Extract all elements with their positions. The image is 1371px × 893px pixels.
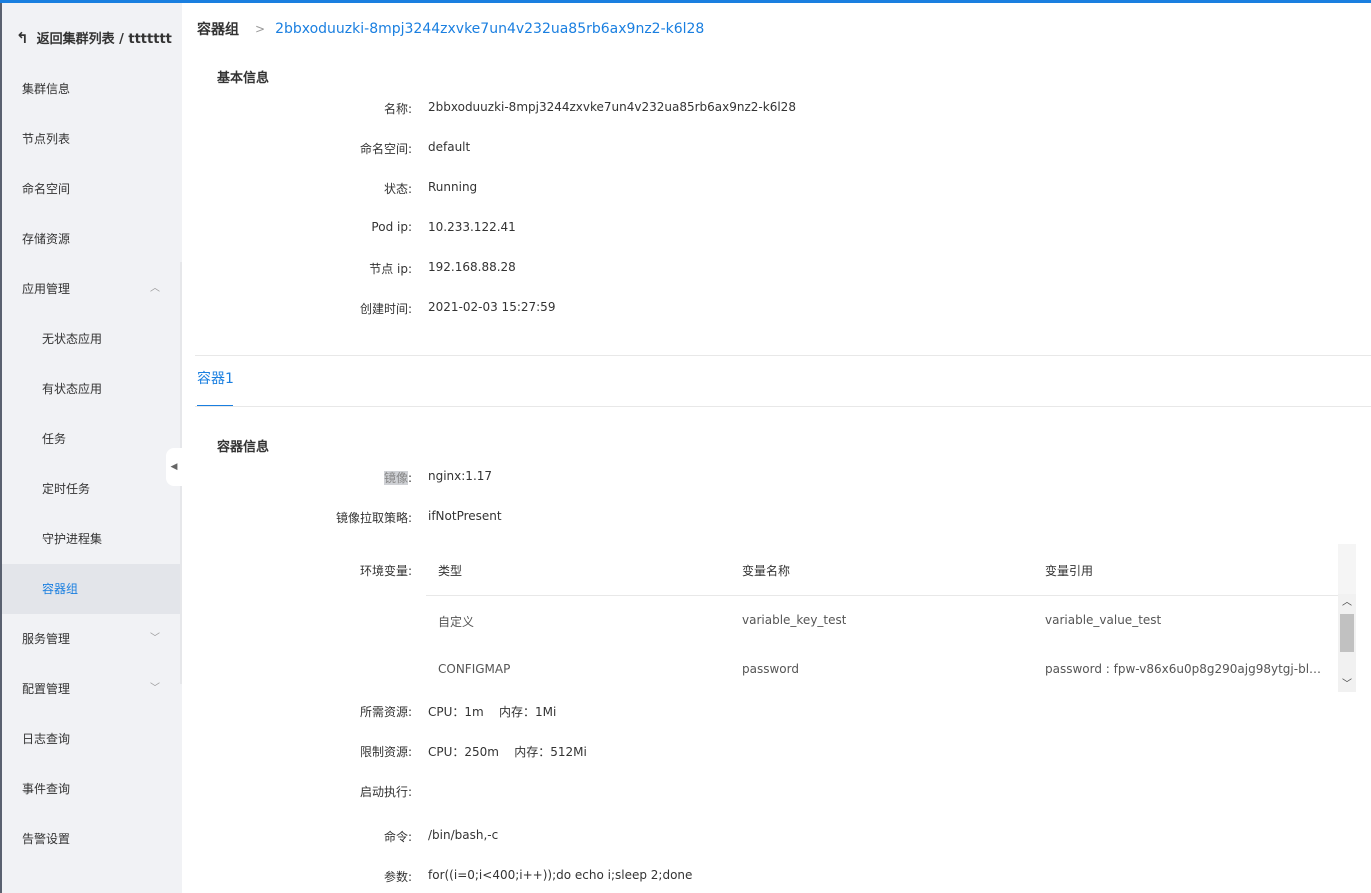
- env-label: 环境变量:: [359, 564, 412, 578]
- requests-value: CPU：1m 内存：1Mi: [428, 705, 557, 719]
- env-cell-name: password: [742, 662, 799, 676]
- sidebar-item-label: 节点列表: [22, 132, 71, 146]
- node-ip-value: 192.168.88.28: [428, 260, 516, 274]
- sidebar-item-label: 命名空间: [22, 182, 71, 196]
- env-cell-type: CONFIGMAP: [438, 662, 511, 676]
- sidebar-item-label: 存储资源: [22, 232, 71, 246]
- sidebar-item-label: 应用管理: [22, 282, 71, 296]
- sidebar-item-label: 无状态应用: [42, 332, 103, 346]
- requests-label: 所需资源:: [359, 705, 412, 719]
- breadcrumb-root[interactable]: 容器组: [197, 19, 239, 39]
- sidebar-item-label: 守护进程集: [42, 532, 103, 546]
- env-col-ref: 变量引用: [1045, 564, 1094, 578]
- image-label-colon: :: [407, 471, 412, 485]
- sidebar-collapse-handle[interactable]: ◀: [166, 448, 182, 486]
- chevron-down-icon: ﹀: [150, 633, 160, 644]
- env-col-type: 类型: [438, 564, 463, 578]
- sidebar-item-pods[interactable]: 容器组: [2, 564, 182, 614]
- status-value: Running: [428, 180, 478, 194]
- env-col-name: 变量名称: [742, 564, 791, 578]
- limits-label: 限制资源:: [359, 745, 412, 759]
- env-table-header: 类型 变量名称 变量引用: [426, 544, 1338, 596]
- back-label: 返回集群列表 / ttttttt: [36, 32, 172, 47]
- name-value: 2bbxoduuzki-8mpj3244zxvke7un4v232ua85rb6…: [428, 100, 796, 114]
- tab-container-1[interactable]: 容器1: [197, 368, 234, 388]
- sidebar-item-cron-jobs[interactable]: 定时任务: [2, 464, 182, 514]
- startup-label: 启动执行:: [359, 785, 412, 799]
- chevron-down-icon: ﹀: [150, 683, 160, 694]
- image-label: 镜像:: [200, 469, 412, 486]
- breadcrumb: 容器组 > 2bbxoduuzki-8mpj3244zxvke7un4v232u…: [197, 19, 704, 39]
- sidebar-item-node-list[interactable]: 节点列表: [2, 114, 182, 164]
- created-time-value: 2021-02-03 15:27:59: [428, 300, 556, 314]
- args-label: 参数:: [383, 870, 412, 884]
- basic-info-title: 基本信息: [217, 71, 270, 86]
- sidebar-item-event-query[interactable]: 事件查询: [2, 764, 182, 814]
- env-table: 类型 变量名称 变量引用 自定义 variable_key_test varia…: [426, 544, 1356, 692]
- command-label: 命令:: [383, 830, 412, 844]
- sidebar-item-config-management[interactable]: 配置管理 ﹀: [2, 664, 182, 714]
- env-cell-ref: variable_value_test: [1045, 613, 1162, 627]
- container-info-title: 容器信息: [217, 440, 270, 455]
- return-arrow-icon: ↰: [16, 28, 29, 47]
- sidebar-item-stateless-apps[interactable]: 无状态应用: [2, 314, 182, 364]
- sidebar-item-label: 告警设置: [22, 832, 71, 846]
- scroll-down-icon[interactable]: ﹀: [1338, 678, 1356, 692]
- created-time-label: 创建时间:: [359, 302, 412, 316]
- limits-value: CPU：250m 内存：512Mi: [428, 745, 587, 759]
- sidebar-item-app-management[interactable]: 应用管理 ︿: [2, 264, 182, 314]
- sidebar-item-label: 日志查询: [22, 732, 71, 746]
- sidebar-item-stateful-apps[interactable]: 有状态应用: [2, 364, 182, 414]
- args-value: for((i=0;i<400;i++));do echo i;sleep 2;d…: [428, 868, 693, 882]
- sidebar-item-jobs[interactable]: 任务: [2, 414, 182, 464]
- sidebar-item-cluster-info[interactable]: 集群信息: [2, 64, 182, 114]
- env-table-scrollbar[interactable]: ︿ ﹀: [1338, 594, 1356, 692]
- pull-policy-value: ifNotPresent: [428, 509, 502, 523]
- breadcrumb-current: 2bbxoduuzki-8mpj3244zxvke7un4v232ua85rb6…: [275, 21, 705, 37]
- node-ip-label: 节点 ip:: [369, 262, 412, 276]
- pod-ip-label: Pod ip:: [371, 220, 412, 234]
- chevron-right-icon: >: [255, 22, 266, 36]
- namespace-value: default: [428, 140, 471, 154]
- image-label-highlight: 镜像: [383, 471, 408, 485]
- sidebar-item-label: 配置管理: [22, 682, 71, 696]
- chevron-up-icon: ︿: [150, 283, 160, 294]
- sidebar-item-namespace[interactable]: 命名空间: [2, 164, 182, 214]
- env-cell-name: variable_key_test: [742, 613, 847, 627]
- sidebar-item-label: 容器组: [42, 582, 79, 596]
- sidebar-item-storage[interactable]: 存储资源: [2, 214, 182, 264]
- sidebar-item-label: 事件查询: [22, 782, 71, 796]
- sidebar-item-log-query[interactable]: 日志查询: [2, 714, 182, 764]
- name-label: 名称:: [383, 102, 412, 116]
- sidebar-item-daemonsets[interactable]: 守护进程集: [2, 514, 182, 564]
- sidebar-item-label: 定时任务: [42, 482, 91, 496]
- sidebar-item-alert-settings[interactable]: 告警设置: [2, 814, 182, 864]
- scrollbar-gutter: [1338, 544, 1356, 594]
- env-cell-type: 自定义: [438, 615, 475, 629]
- command-value: /bin/bash,-c: [428, 828, 499, 842]
- top-accent-bar: [0, 0, 1371, 3]
- scroll-up-icon[interactable]: ︿: [1338, 596, 1356, 610]
- pull-policy-label: 镜像拉取策略:: [335, 511, 412, 525]
- tabs-divider: [195, 406, 1371, 407]
- image-value: nginx:1.17: [428, 469, 493, 483]
- sidebar-item-service-management[interactable]: 服务管理 ﹀: [2, 614, 182, 664]
- namespace-label: 命名空间:: [359, 142, 412, 156]
- env-cell-ref: password : fpw-v86x6u0p8g290ajg98ytgj-bl…: [1045, 662, 1325, 676]
- scroll-thumb[interactable]: [1340, 614, 1354, 652]
- caret-left-icon: ◀: [170, 462, 178, 472]
- sidebar-item-label: 任务: [42, 432, 67, 446]
- status-label: 状态:: [383, 182, 412, 196]
- sidebar: ↰ 返回集群列表 / ttttttt 集群信息节点列表命名空间存储资源应用管理 ︿…: [0, 3, 182, 893]
- sidebar-item-label: 有状态应用: [42, 382, 103, 396]
- pod-ip-value: 10.233.122.41: [428, 220, 516, 234]
- sidebar-item-label: 集群信息: [22, 82, 71, 96]
- divider: [195, 355, 1371, 356]
- back-to-cluster-list-link[interactable]: ↰ 返回集群列表 / ttttttt: [16, 28, 172, 48]
- sidebar-item-label: 服务管理: [22, 632, 71, 646]
